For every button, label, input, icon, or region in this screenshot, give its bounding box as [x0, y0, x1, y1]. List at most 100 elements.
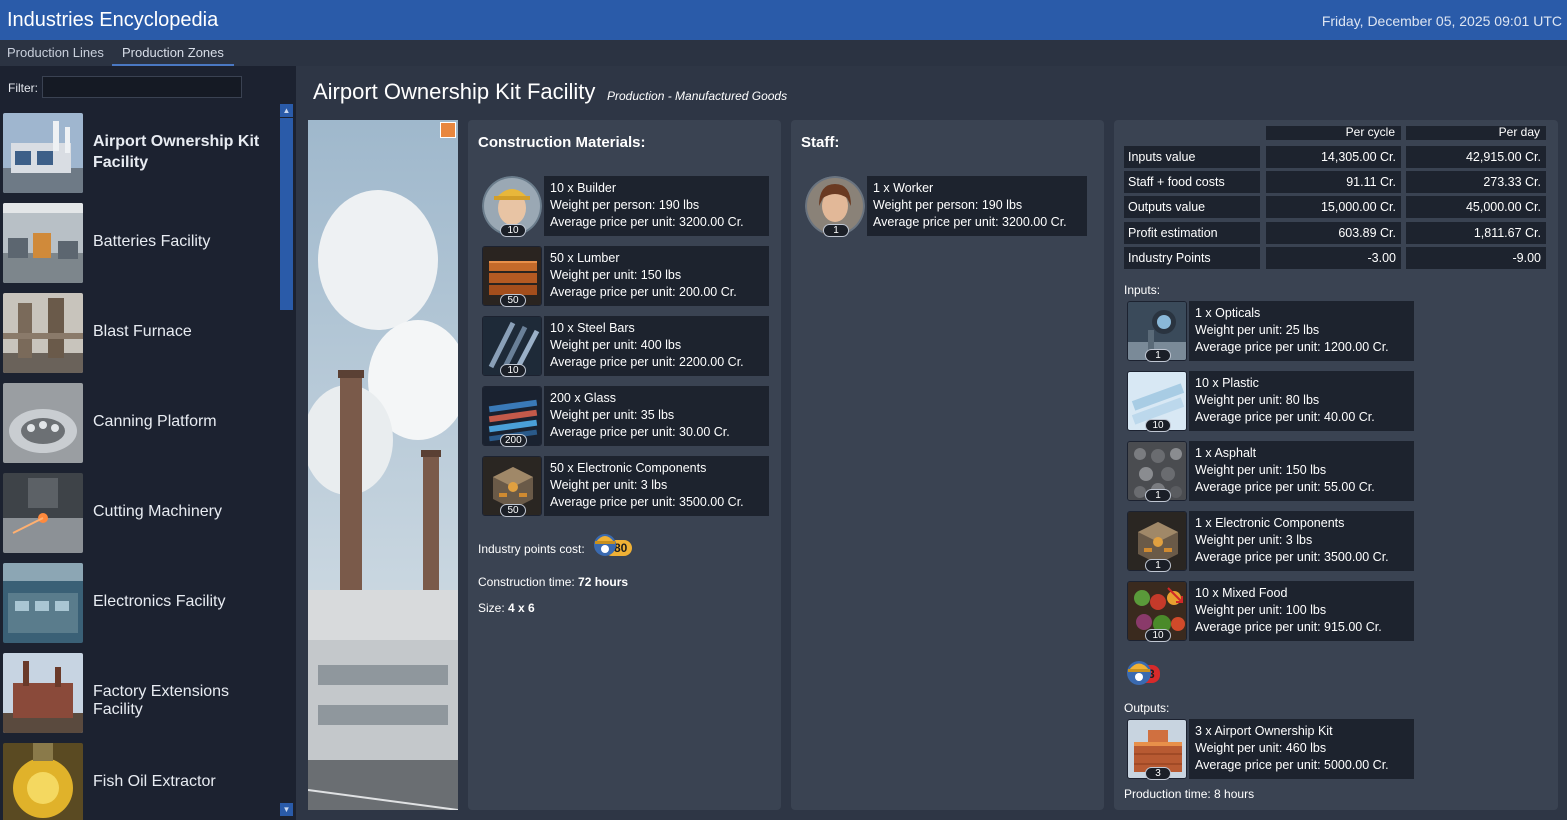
material-name: 200 x Glass	[550, 391, 617, 405]
sidebar-item-label: Blast Furnace	[93, 323, 192, 340]
tab-bar: Production Lines Production Zones	[0, 40, 1567, 66]
staff-price: Average price per unit: 3200.00 Cr.	[873, 215, 1067, 229]
row-label: Inputs value	[1124, 146, 1260, 168]
industry-points-icon	[1125, 657, 1153, 685]
sidebar-item-label: Electronics Facility	[93, 593, 226, 610]
sidebar-item-label: Batteries Facility	[93, 233, 211, 250]
per-day-value: 42,915.00 Cr.	[1406, 146, 1546, 168]
input-details: 1 x Asphalt Weight per unit: 150 lbs Ave…	[1189, 441, 1414, 501]
material-details: 50 x Lumber Weight per unit: 150 lbs Ave…	[544, 246, 769, 306]
quantity-badge: 50	[500, 294, 526, 307]
quantity-badge: 10	[1145, 629, 1171, 642]
per-day-header: Per day	[1406, 126, 1546, 140]
input-name: 1 x Opticals	[1195, 306, 1261, 320]
facility-list: Airport Ownership Kit Facility Batteries…	[0, 110, 278, 820]
material-price: Average price per unit: 200.00 Cr.	[550, 285, 737, 299]
sidebar-item-canning-platform[interactable]: Canning Platform	[3, 383, 273, 463]
output-price: Average price per unit: 5000.00 Cr.	[1195, 758, 1389, 772]
facility-size-label: Size:	[478, 601, 505, 615]
input-price: Average price per unit: 40.00 Cr.	[1195, 410, 1375, 424]
material-details: 10 x Steel Bars Weight per unit: 400 lbs…	[544, 316, 769, 376]
material-price: Average price per unit: 30.00 Cr.	[550, 425, 730, 439]
material-name: 50 x Lumber	[550, 251, 620, 265]
material-price: Average price per unit: 2200.00 Cr.	[550, 355, 744, 369]
sidebar-item-label: Fish Oil Extractor	[93, 773, 216, 790]
material-weight: Weight per unit: 400 lbs	[550, 338, 682, 352]
factory-thumbnail	[3, 293, 83, 373]
row-label: Outputs value	[1124, 196, 1260, 218]
material-weight: Weight per unit: 35 lbs	[550, 408, 675, 422]
input-weight: Weight per unit: 100 lbs	[1195, 603, 1327, 617]
construction-time-value: 72 hours	[578, 575, 629, 589]
economy-row-outputs-value: Outputs value 15,000.00 Cr. 45,000.00 Cr…	[1124, 196, 1560, 218]
staff-name: 1 x Worker	[873, 181, 934, 195]
output-details: 3 x Airport Ownership Kit Weight per uni…	[1189, 719, 1414, 779]
sidebar-item-batteries-facility[interactable]: Batteries Facility	[3, 203, 273, 283]
sidebar-item-blast-furnace[interactable]: Blast Furnace	[3, 293, 273, 373]
sidebar-item-factory-extensions-facility[interactable]: Factory Extensions Facility	[3, 653, 273, 733]
factory-thumbnail	[3, 563, 83, 643]
outputs-label: Outputs:	[1124, 701, 1170, 715]
input-weight: Weight per unit: 150 lbs	[1195, 463, 1327, 477]
input-name: 10 x Plastic	[1195, 376, 1259, 390]
economy-panel: Per cycle Per day Inputs value 14,305.00…	[1114, 120, 1558, 810]
favorite-flag-icon[interactable]	[440, 122, 456, 138]
input-details: 10 x Mixed Food Weight per unit: 100 lbs…	[1189, 581, 1414, 641]
title-bar: Industries Encyclopedia Friday, December…	[0, 0, 1567, 40]
input-name: 10 x Mixed Food	[1195, 586, 1288, 600]
input-price: Average price per unit: 1200.00 Cr.	[1195, 340, 1389, 354]
economy-row-inputs-value: Inputs value 14,305.00 Cr. 42,915.00 Cr.	[1124, 146, 1560, 168]
quantity-badge: 1	[1145, 349, 1171, 362]
facility-size: Size: 4 x 6	[478, 601, 535, 615]
quantity-badge: 10	[500, 364, 526, 377]
tab-production-zones[interactable]: Production Zones	[112, 40, 234, 66]
output-name: 3 x Airport Ownership Kit	[1195, 724, 1333, 738]
construction-time-label: Construction time:	[478, 575, 575, 589]
factory-thumbnail	[3, 653, 83, 733]
page-subtitle: Production - Manufactured Goods	[607, 89, 788, 103]
row-label: Staff + food costs	[1124, 171, 1260, 193]
scroll-down-button[interactable]: ▼	[280, 803, 293, 816]
economy-row-profit: Profit estimation 603.89 Cr. 1,811.67 Cr…	[1124, 222, 1560, 244]
sidebar-item-electronics-facility[interactable]: Electronics Facility	[3, 563, 273, 643]
quantity-badge: 200	[500, 434, 527, 447]
input-price: Average price per unit: 55.00 Cr.	[1195, 480, 1375, 494]
app-title: Industries Encyclopedia	[7, 9, 219, 31]
main-content: Airport Ownership Kit Facility Productio…	[296, 66, 1567, 820]
filter-input[interactable]	[42, 76, 242, 98]
construction-time: Construction time: 72 hours	[478, 575, 628, 589]
quantity-badge: 1	[823, 224, 849, 237]
input-details: 1 x Opticals Weight per unit: 25 lbs Ave…	[1189, 301, 1414, 361]
sidebar-item-airport-ownership-kit-facility[interactable]: Airport Ownership Kit Facility	[3, 113, 273, 193]
scroll-up-button[interactable]: ▲	[280, 104, 293, 117]
row-label: Profit estimation	[1124, 222, 1260, 244]
economy-row-industry-points: Industry Points -3.00 -9.00	[1124, 247, 1560, 269]
quantity-badge: 1	[1145, 489, 1171, 502]
per-day-value: 273.33 Cr.	[1406, 171, 1546, 193]
sidebar-item-fish-oil-extractor[interactable]: Fish Oil Extractor	[3, 743, 273, 820]
material-price: Average price per unit: 3500.00 Cr.	[550, 495, 744, 509]
per-cycle-value: 91.11 Cr.	[1266, 171, 1401, 193]
staff-title: Staff:	[801, 134, 840, 151]
sidebar-item-cutting-machinery[interactable]: Cutting Machinery	[3, 473, 273, 553]
tab-production-lines[interactable]: Production Lines	[7, 45, 104, 60]
scrollbar-thumb[interactable]	[280, 118, 293, 310]
page-title: Airport Ownership Kit Facility	[313, 79, 596, 104]
per-cycle-value: 15,000.00 Cr.	[1266, 196, 1401, 218]
quantity-badge: 10	[1145, 419, 1171, 432]
facility-image	[308, 120, 458, 810]
sidebar-item-label: Cutting Machinery	[93, 503, 222, 520]
material-details: 200 x Glass Weight per unit: 35 lbs Aver…	[544, 386, 769, 446]
material-weight: Weight per unit: 3 lbs	[550, 478, 668, 492]
factory-thumbnail	[3, 113, 83, 193]
per-cycle-header: Per cycle	[1266, 126, 1401, 140]
input-weight: Weight per unit: 3 lbs	[1195, 533, 1313, 547]
input-name: 1 x Asphalt	[1195, 446, 1257, 460]
material-name: 10 x Steel Bars	[550, 321, 635, 335]
material-weight: Weight per person: 190 lbs	[550, 198, 700, 212]
sidebar-item-label: Canning Platform	[93, 413, 217, 430]
factory-thumbnail	[3, 473, 83, 553]
filter-label: Filter:	[8, 81, 38, 95]
input-name: 1 x Electronic Components	[1195, 516, 1345, 530]
input-details: 10 x Plastic Weight per unit: 80 lbs Ave…	[1189, 371, 1414, 431]
